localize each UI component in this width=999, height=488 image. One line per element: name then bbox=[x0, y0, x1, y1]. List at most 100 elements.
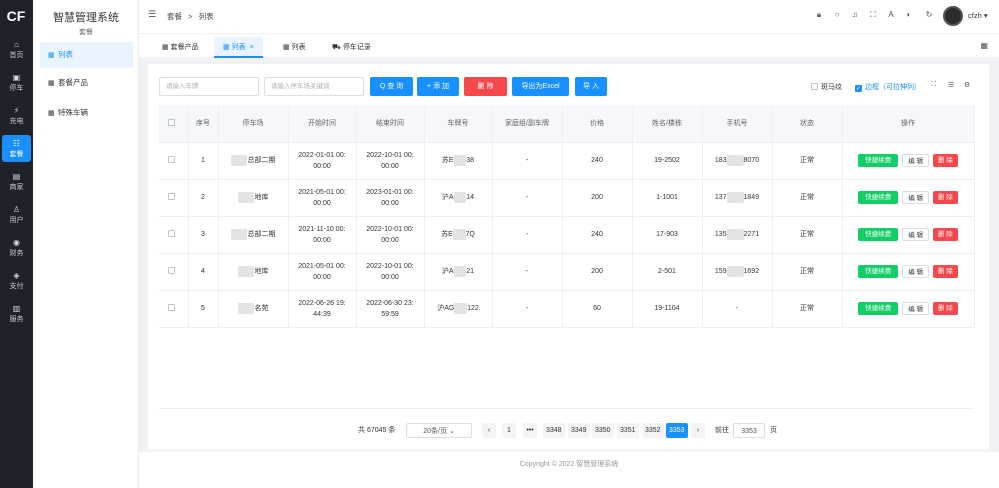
rail-item-charging[interactable]: ⚡ 充电 bbox=[2, 102, 31, 129]
row-checkbox[interactable] bbox=[159, 253, 189, 291]
theme-icon[interactable]: ◐ bbox=[904, 10, 914, 20]
column-header: 序号 bbox=[188, 105, 219, 143]
breadcrumb-item[interactable]: 套餐 bbox=[167, 12, 182, 21]
select-all-checkbox[interactable] bbox=[159, 105, 189, 143]
tab-list[interactable]: ▦ 列表 bbox=[274, 37, 315, 58]
row-checkbox[interactable] bbox=[159, 142, 189, 180]
user-name-dropdown[interactable]: cfzh ▾ bbox=[968, 11, 988, 20]
page-size-select[interactable]: 20条/页 ⌄ bbox=[406, 423, 472, 438]
tab-package-product[interactable]: ▦ 套餐产品 bbox=[153, 37, 208, 58]
delete-row-button[interactable]: 删 除 bbox=[933, 265, 958, 278]
prev-page-button[interactable]: ‹ bbox=[482, 423, 496, 438]
fullscreen-icon[interactable]: ⛶ bbox=[931, 81, 936, 89]
rail-item-payment[interactable]: ◈ 支付 bbox=[2, 267, 31, 294]
page-number-current[interactable]: 3353 bbox=[666, 423, 688, 438]
submenu-item-list[interactable]: ▦ 列表 bbox=[40, 42, 133, 68]
page-number[interactable]: 3352 bbox=[642, 423, 664, 438]
quick-renew-button[interactable]: 快捷续费 bbox=[858, 302, 899, 315]
masked-text: ■■■ bbox=[453, 266, 467, 277]
masked-text: ■■■■ bbox=[237, 192, 255, 203]
zebra-checkbox[interactable]: 斑马纹 bbox=[811, 82, 842, 92]
masked-text: ■■■■ bbox=[726, 192, 744, 203]
collapse-menu-icon[interactable]: ☰ bbox=[148, 9, 156, 20]
quick-renew-button[interactable]: 快捷续费 bbox=[858, 154, 899, 167]
delete-row-button[interactable]: 删 除 bbox=[933, 228, 958, 241]
table-row: 3■■■■总部二期2021-11-10 00:00:002022-10-01 0… bbox=[159, 216, 975, 254]
import-button[interactable]: 导 入 bbox=[575, 77, 607, 96]
page-number[interactable]: 3349 bbox=[568, 423, 590, 438]
edit-button[interactable]: 编 辑 bbox=[902, 302, 929, 315]
add-button[interactable]: + 添 加 bbox=[417, 77, 459, 96]
refresh-icon[interactable]: ↻ bbox=[924, 10, 934, 20]
row-checkbox[interactable] bbox=[159, 290, 189, 328]
quick-renew-button[interactable]: 快捷续费 bbox=[858, 191, 899, 204]
sub-menu-panel: 智慧管理系统 套餐 ▦ 列表 ▦ 套餐产品 ▦ 特殊车辆 bbox=[33, 0, 139, 488]
page-number[interactable]: 1 bbox=[502, 423, 516, 438]
price-cell: 240 bbox=[562, 216, 633, 254]
delete-button[interactable]: 删 除 bbox=[464, 77, 507, 96]
edit-button[interactable]: 编 辑 bbox=[902, 191, 929, 204]
store-icon: ▤ bbox=[12, 172, 21, 181]
family-plate-cell: - bbox=[492, 253, 563, 291]
parking-lot-search-input[interactable]: 请输入停车场关键词 bbox=[264, 77, 364, 96]
goto-page-input[interactable]: 3353 bbox=[733, 423, 765, 438]
checkbox-icon bbox=[811, 83, 818, 90]
masked-text: ■■■ bbox=[453, 155, 467, 166]
tab-parking-record[interactable]: ⛟ 停车记录 bbox=[323, 37, 380, 58]
phone-cell: 183■■■■8070 bbox=[702, 142, 773, 180]
plate-cell: 苏E■■■38 bbox=[424, 142, 493, 180]
actions-cell: 快捷续费编 辑删 除 bbox=[842, 216, 975, 254]
page-ellipsis[interactable]: ••• bbox=[523, 423, 537, 438]
avatar[interactable] bbox=[943, 6, 963, 26]
rail-item-store[interactable]: ▤ 商家 bbox=[2, 168, 31, 195]
column-header: 状态 bbox=[772, 105, 843, 143]
next-page-button[interactable]: › bbox=[691, 423, 705, 438]
rail-item-home[interactable]: ⌂ 首页 bbox=[2, 36, 31, 63]
plate-cell: 沪A■■■21 bbox=[424, 253, 493, 291]
rail-item-user[interactable]: ♙ 用户 bbox=[2, 201, 31, 228]
export-excel-button[interactable]: 导出为Excel bbox=[512, 77, 569, 96]
rail-item-package[interactable]: ☷ 套餐 bbox=[2, 135, 31, 162]
search-icon[interactable]: ○ bbox=[832, 10, 842, 20]
delete-row-button[interactable]: 删 除 bbox=[933, 191, 958, 204]
masked-text: ■■■■ bbox=[237, 266, 255, 277]
plate-search-input[interactable]: 请输入车牌 bbox=[159, 77, 259, 96]
masked-text: ■■■■ bbox=[230, 155, 248, 166]
edit-button[interactable]: 编 辑 bbox=[902, 265, 929, 278]
masked-text: ■■■ bbox=[453, 192, 467, 203]
actions-cell: 快捷续费编 辑删 除 bbox=[842, 142, 975, 180]
lock-icon[interactable]: 🔒︎ bbox=[814, 10, 824, 20]
language-icon[interactable]: A bbox=[886, 10, 896, 20]
quick-renew-button[interactable]: 快捷续费 bbox=[858, 265, 899, 278]
rail-item-parking[interactable]: ▣ 停车 bbox=[2, 69, 31, 96]
plate-cell: 沪AG■■■122 bbox=[424, 290, 493, 328]
row-checkbox[interactable] bbox=[159, 216, 189, 254]
border-checkbox[interactable]: ✓ 边框（可拉伸列） bbox=[855, 82, 921, 92]
quick-renew-button[interactable]: 快捷续费 bbox=[858, 228, 899, 241]
close-icon[interactable]: × bbox=[250, 44, 254, 51]
page-number[interactable]: 3351 bbox=[617, 423, 639, 438]
edit-button[interactable]: 编 辑 bbox=[902, 228, 929, 241]
density-icon[interactable]: ☰ bbox=[948, 81, 954, 89]
app-logo[interactable]: CF bbox=[6, 8, 26, 24]
tab-bar: ▦ 套餐产品 ▦ 列表 × ▦ 列表 ⛟ 停车记录 ▦ bbox=[139, 33, 999, 58]
fullscreen-icon[interactable]: ⛶ bbox=[868, 10, 878, 20]
tabs-menu-icon[interactable]: ▦ bbox=[980, 41, 988, 50]
edit-button[interactable]: 编 辑 bbox=[902, 154, 929, 167]
row-number: 2 bbox=[188, 179, 219, 217]
query-button[interactable]: Q 查 询 bbox=[370, 77, 413, 96]
goto-unit: 页 bbox=[770, 427, 777, 434]
rail-item-service[interactable]: ▥ 服务 bbox=[2, 300, 31, 327]
charging-icon: ⚡ bbox=[13, 106, 20, 115]
bell-icon[interactable]: ♫ bbox=[850, 10, 860, 20]
rail-item-finance[interactable]: ◉ 财务 bbox=[2, 234, 31, 261]
delete-row-button[interactable]: 删 除 bbox=[933, 154, 958, 167]
total-count: 共 67045 条 bbox=[358, 427, 396, 434]
tab-list-active[interactable]: ▦ 列表 × bbox=[214, 37, 263, 58]
delete-row-button[interactable]: 删 除 bbox=[933, 302, 958, 315]
page-number[interactable]: 3350 bbox=[592, 423, 614, 438]
settings-icon[interactable]: ⚙ bbox=[964, 81, 970, 89]
start-time-cell: 2022-01-01 00: 00:00 bbox=[288, 142, 357, 180]
page-number[interactable]: 3348 bbox=[543, 423, 565, 438]
row-checkbox[interactable] bbox=[159, 179, 189, 217]
